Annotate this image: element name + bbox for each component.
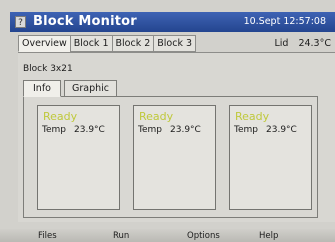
lid-label: Lid [274,38,289,49]
ready-status: Ready [235,110,270,123]
temperature-value: 23.9°C [74,125,105,135]
temperature-readout: Temp 23.9°C [234,124,297,136]
temperature-readout: Temp 23.9°C [42,124,105,136]
app-title: Block Monitor [33,14,137,29]
tab-block-2[interactable]: Block 2 [111,35,155,52]
date-time-display: 10.Sept 12:57:08 [243,16,326,27]
info-tabs: Info Graphic [23,80,120,97]
block-name: Block 3x21 [23,64,73,74]
lid-temperature-status: Lid 24.3°C [274,38,331,50]
temperature-label: Temp [138,125,162,135]
ready-status: Ready [43,110,78,123]
tab-block-1[interactable]: Block 1 [69,35,113,52]
device-screen: ? Block Monitor 10.Sept 12:57:08 Overvie… [0,0,335,242]
menu-files[interactable]: Files [38,230,57,242]
help-icon[interactable]: ? [15,16,26,28]
block-status-card[interactable]: Ready Temp 23.9°C [133,105,216,210]
menu-run[interactable]: Run [113,230,129,242]
tab-overview[interactable]: Overview [18,35,71,52]
temperature-label: Temp [234,125,258,135]
tab-block-3[interactable]: Block 3 [153,35,197,52]
tab-info[interactable]: Info [23,80,61,97]
lid-temperature: 24.3°C [298,38,331,49]
block-status-cards: Ready Temp 23.9°C Ready Temp 23.9°C Ready … [37,105,325,210]
block-status-card[interactable]: Ready Temp 23.9°C [229,105,312,210]
temperature-value: 23.9°C [266,125,297,135]
temperature-label: Temp [42,125,66,135]
ready-status: Ready [139,110,174,123]
menu-help[interactable]: Help [259,230,278,242]
temperature-readout: Temp 23.9°C [138,124,201,136]
main-tabs: Overview Block 1 Block 2 Block 3 [18,35,197,53]
block-status-card[interactable]: Ready Temp 23.9°C [37,105,120,210]
bottom-menu-bar: Files Run Options Help [0,229,335,242]
tab-graphic[interactable]: Graphic [63,80,117,97]
title-bar: ? Block Monitor 10.Sept 12:57:08 [10,12,335,32]
menu-options[interactable]: Options [187,230,220,242]
temperature-value: 23.9°C [170,125,201,135]
